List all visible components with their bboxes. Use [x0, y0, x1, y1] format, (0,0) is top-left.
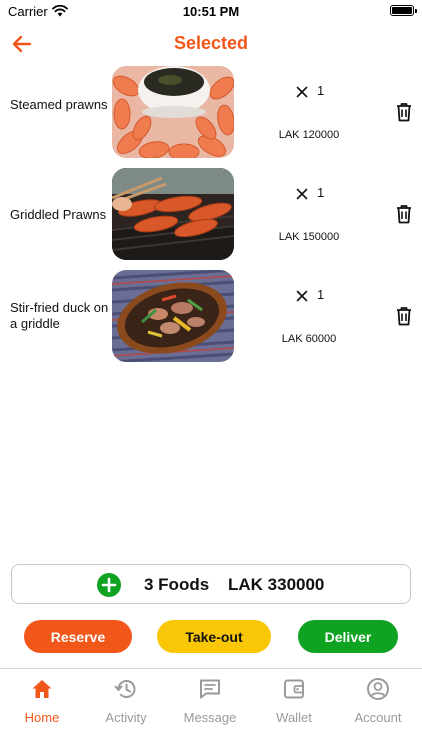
tab-wallet[interactable]: Wallet	[252, 669, 336, 731]
multiply-icon	[296, 86, 308, 98]
tab-message[interactable]: Message	[168, 669, 252, 731]
home-icon	[32, 680, 52, 698]
trash-icon[interactable]	[395, 102, 413, 122]
wallet-icon	[284, 679, 304, 699]
add-circle-icon[interactable]	[97, 573, 121, 597]
quantity-control: 1	[296, 82, 336, 100]
food-price: LAK 150000	[278, 231, 340, 243]
quantity-value: 1	[317, 287, 325, 302]
food-name: Griddled Prawns	[10, 207, 107, 222]
battery-icon	[390, 5, 417, 16]
steamed-prawns-photo	[112, 66, 234, 158]
status-time: 10:51 PM	[182, 4, 240, 19]
trash-icon[interactable]	[395, 204, 413, 224]
order-summary: 3 Foods LAK 330000	[11, 564, 411, 604]
food-item: Stir-fried duck on a griddle 1 LAK 60000	[0, 270, 422, 362]
food-name: Steamed prawns	[10, 97, 108, 112]
tab-activity[interactable]: Activity	[84, 669, 168, 731]
header: Selected	[0, 28, 422, 62]
food-name: Stir-fried duck on a griddle	[10, 300, 109, 331]
history-icon	[114, 680, 136, 698]
tab-label: Home	[24, 710, 60, 725]
food-price: LAK 60000	[281, 333, 337, 345]
quantity-value: 1	[317, 185, 325, 200]
takeout-button[interactable]: Take-out	[157, 620, 271, 653]
order-total: LAK 330000	[228, 575, 325, 594]
tab-home[interactable]: Home	[0, 669, 84, 731]
food-count: 3 Foods	[144, 575, 210, 594]
tab-label: Activity	[105, 710, 147, 725]
page-title: Selected	[173, 33, 249, 53]
food-item: Steamed prawns 1 LAK 120000	[0, 66, 422, 158]
multiply-icon	[296, 188, 308, 200]
account-icon	[367, 678, 389, 700]
griddled-prawns-photo	[112, 168, 234, 260]
stir-fried-duck-photo	[112, 270, 234, 362]
deliver-button[interactable]: Deliver	[298, 620, 398, 653]
trash-icon[interactable]	[395, 306, 413, 326]
multiply-icon	[296, 290, 308, 302]
reserve-button[interactable]: Reserve	[24, 620, 132, 653]
message-icon	[200, 679, 220, 699]
tab-label: Account	[354, 710, 402, 725]
tab-label: Message	[183, 710, 237, 725]
quantity-control: 1	[296, 184, 336, 202]
quantity-value: 1	[317, 83, 325, 98]
status-bar: Carrier 10:51 PM	[0, 0, 422, 24]
food-price: LAK 120000	[278, 129, 340, 141]
tab-label: Wallet	[276, 710, 312, 725]
quantity-control: 1	[296, 286, 336, 304]
food-item: Griddled Prawns 1 LAK 150000	[0, 168, 422, 260]
tab-bar: Home Activity Message Wallet Account	[0, 668, 422, 750]
tab-account[interactable]: Account	[336, 669, 420, 731]
